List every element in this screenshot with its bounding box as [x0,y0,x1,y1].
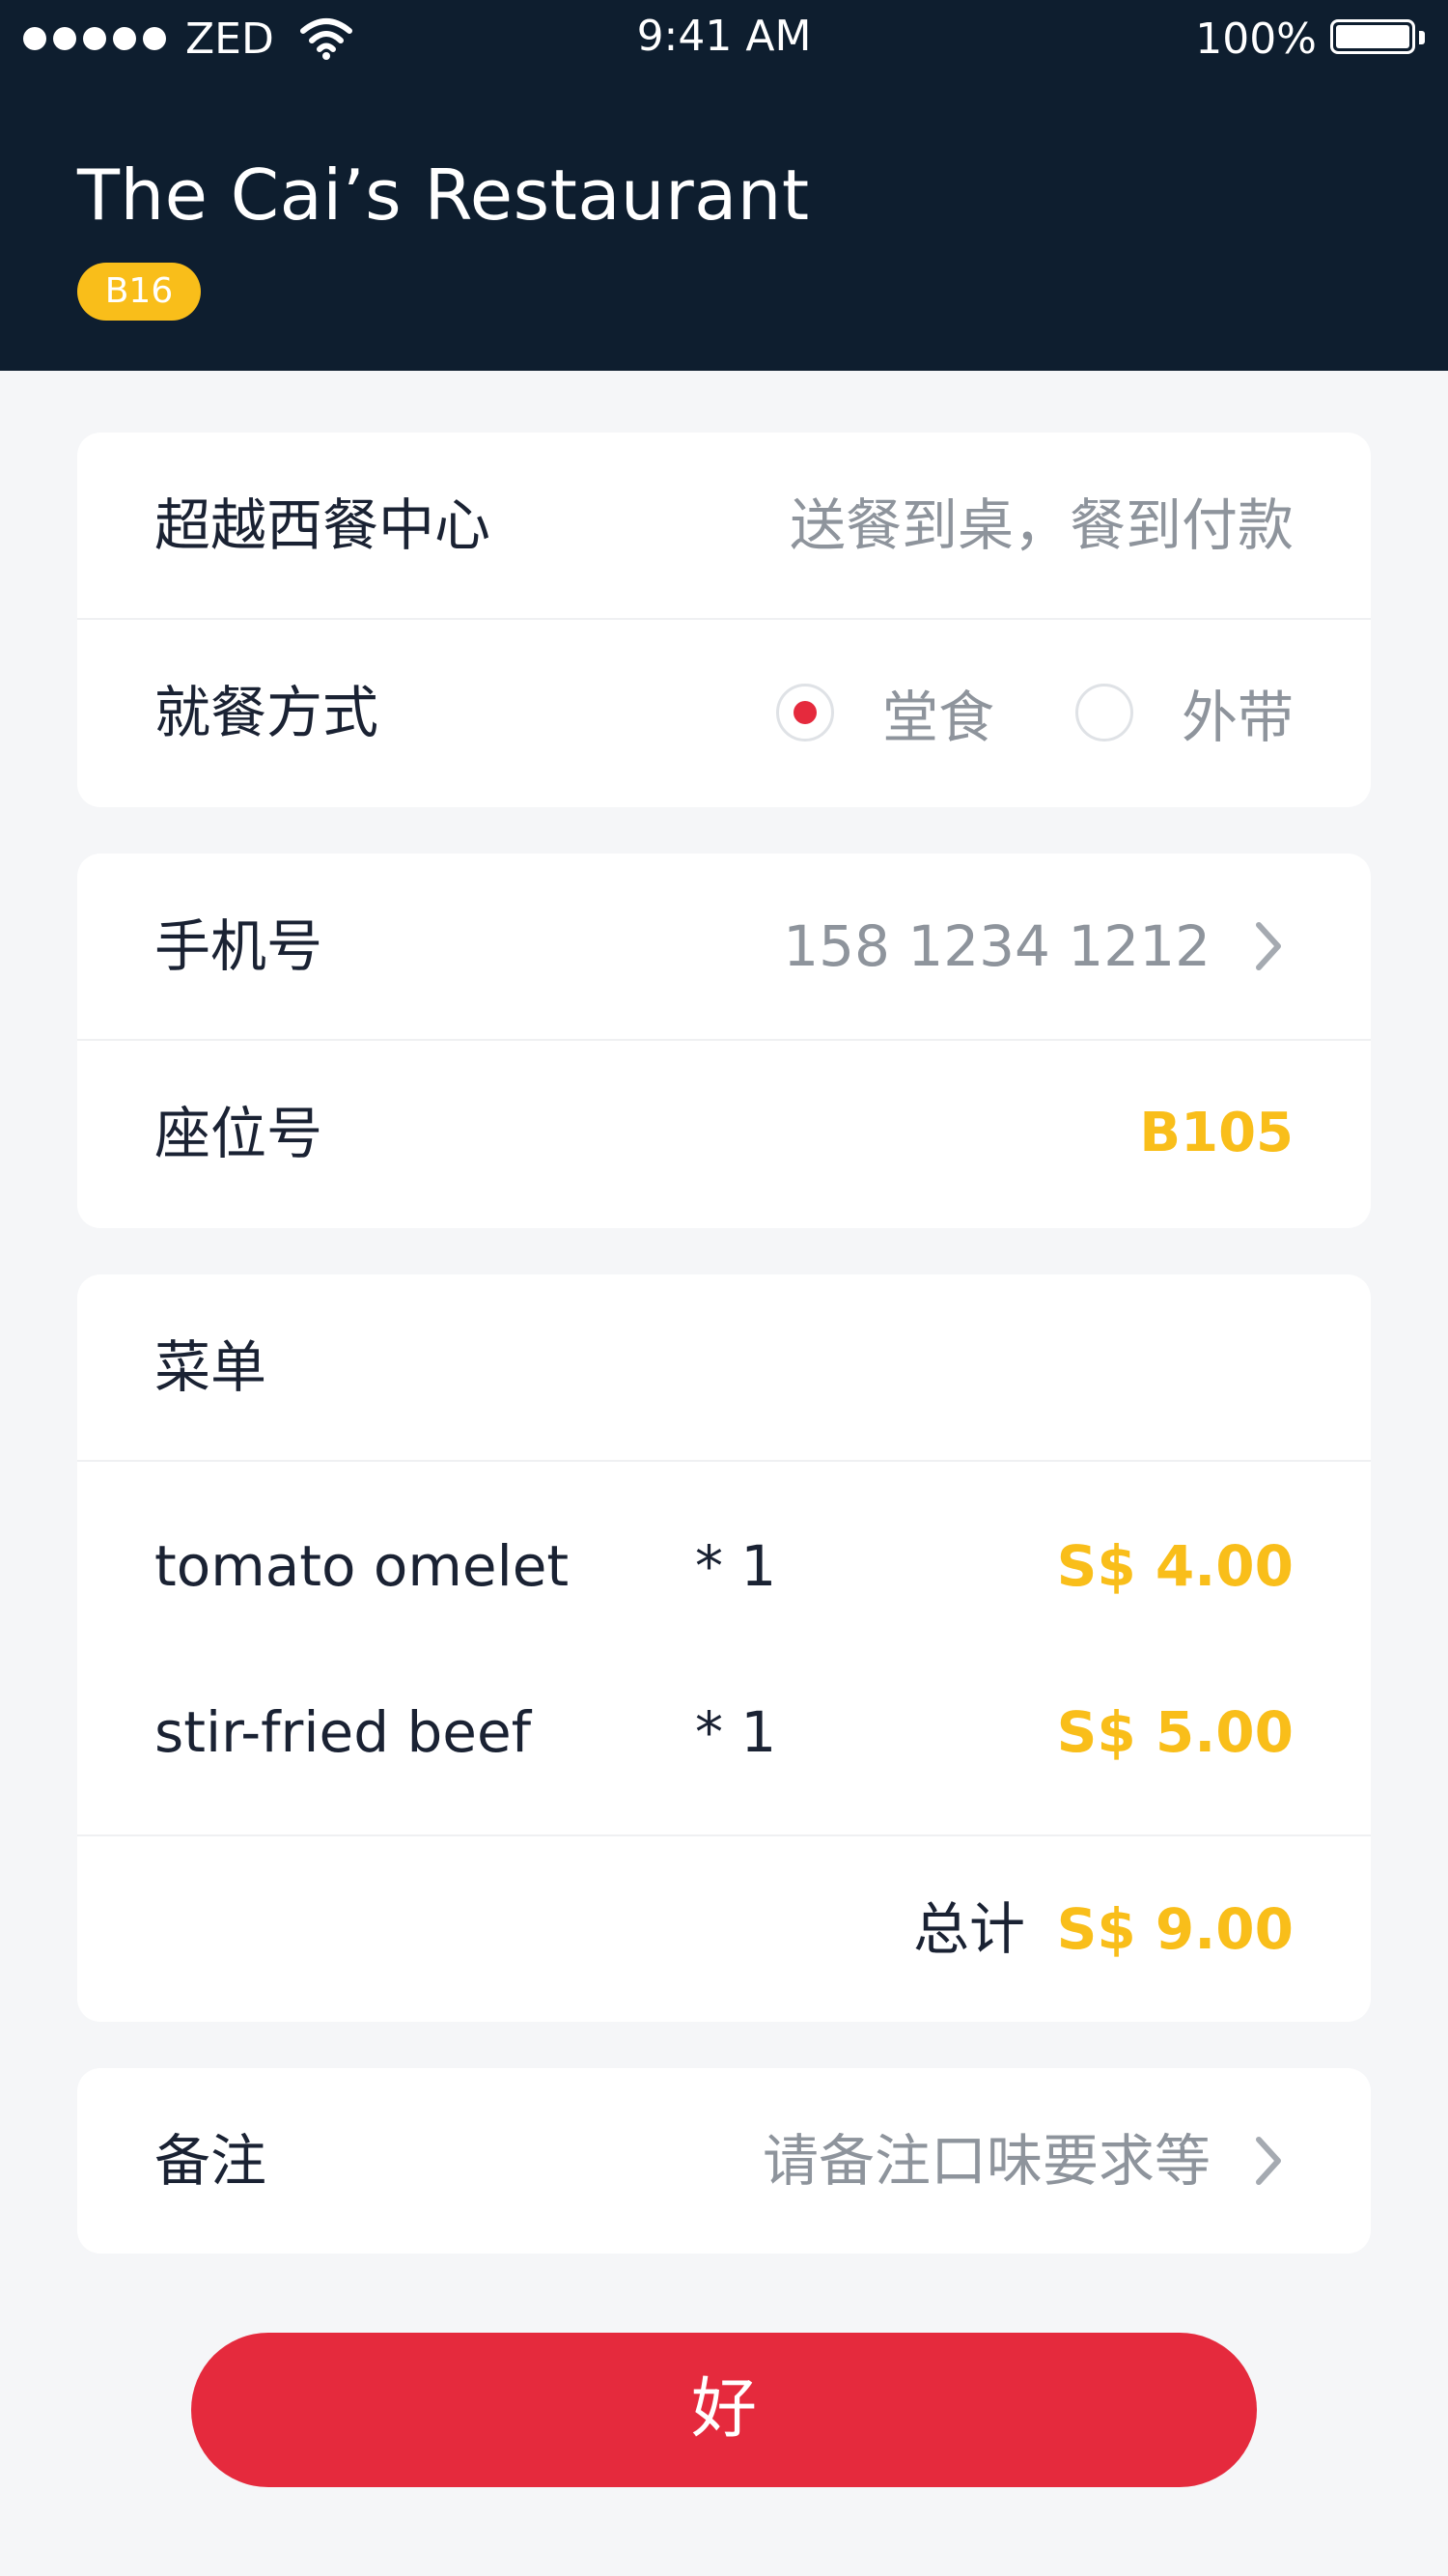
menu-item-name: stir-fried beef [154,1699,532,1765]
chevron-right-icon[interactable] [1249,921,1288,971]
confirm-button[interactable]: 好 [191,2333,1257,2487]
chevron-right-icon[interactable] [1249,2136,1288,2186]
status-right: 100% [1195,12,1425,66]
menu-item: tomato omelet * 1 S$ 4.00 [77,1518,1371,1614]
dining-method-row: 就餐方式 堂食 外带 [77,620,1371,805]
seat-value: B105 [1139,1102,1294,1164]
menu-item: stir-fried beef * 1 S$ 5.00 [77,1684,1371,1780]
dining-method-radio-group: 堂食 外带 [775,620,1294,805]
restaurant-title: The Cai’s Restaurant [77,154,810,236]
takeaway-label[interactable]: 外带 [1182,672,1294,753]
seat-label: 座位号 [154,1101,323,1166]
notes-row[interactable]: 备注 请备注口味要求等 [77,2068,1371,2254]
total-label: 总计 [912,1896,1025,1962]
restaurant-name: 超越西餐中心 [154,492,491,558]
menu-title-row: 菜单 [77,1274,1371,1460]
menu-title: 菜单 [154,1334,267,1400]
divider [77,1460,1371,1462]
phone-label: 手机号 [154,913,323,979]
header: ZED 9:41 AM 100% The Cai’s Restaurant B1… [0,0,1448,371]
total-value: S$ 9.00 [1056,1896,1294,1962]
restaurant-card: 超越西餐中心 送餐到桌，餐到付款 就餐方式 堂食 外带 [77,433,1371,807]
status-bar: ZED 9:41 AM 100% [0,0,1448,77]
battery-percentage: 100% [1195,14,1317,64]
restaurant-row: 超越西餐中心 送餐到桌，餐到付款 [77,433,1371,618]
battery-icon [1330,19,1425,58]
menu-item-price: S$ 4.00 [1056,1533,1294,1599]
contact-card: 手机号 158 1234 1212 座位号 B105 [77,854,1371,1228]
table-badge: B16 [77,263,201,321]
phone-value: 158 1234 1212 [783,913,1211,979]
menu-item-name: tomato omelet [154,1533,570,1599]
dine-in-radio[interactable] [775,684,834,742]
service-note: 送餐到桌，餐到付款 [789,492,1294,558]
menu-item-qty: * 1 [695,1533,777,1599]
dining-method-label: 就餐方式 [154,680,379,745]
menu-item-price: S$ 5.00 [1056,1699,1294,1765]
notes-placeholder[interactable]: 请备注口味要求等 [763,2068,1211,2254]
seat-row: 座位号 B105 [77,1041,1371,1226]
menu-card: 菜单 tomato omelet * 1 S$ 4.00 stir-fried … [77,1274,1371,2022]
notes-label: 备注 [154,2128,267,2194]
phone-row[interactable]: 手机号 158 1234 1212 [77,854,1371,1039]
menu-item-qty: * 1 [695,1699,777,1765]
dine-in-label[interactable]: 堂食 [882,672,994,753]
total-row: 总计 S$ 9.00 [77,1836,1371,2022]
takeaway-radio[interactable] [1074,684,1133,742]
notes-card: 备注 请备注口味要求等 [77,2068,1371,2254]
